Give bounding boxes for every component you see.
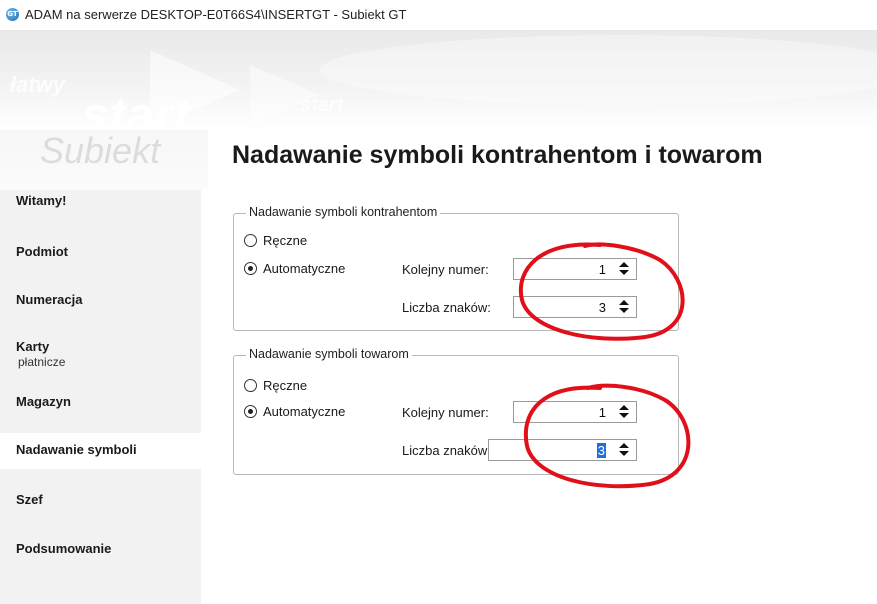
- manual-radio-option[interactable]: Ręczne: [244, 233, 307, 248]
- spin-up-arrow-icon[interactable]: [614, 441, 634, 450]
- spin-up-arrow-icon[interactable]: [614, 260, 634, 269]
- subiekt-app-icon: GT: [6, 8, 19, 21]
- sidebar-item-podmiot[interactable]: Podmiot: [0, 244, 201, 268]
- spinner-buttons: [614, 441, 634, 459]
- sidebar-item-karty-platnicze[interactable]: Karty płatnicze: [0, 340, 201, 380]
- manual-radio-option[interactable]: Ręczne: [244, 378, 307, 393]
- radio-button-checked-icon[interactable]: [244, 262, 257, 275]
- next-number-label: Kolejny numer:: [402, 262, 489, 277]
- next-number-spinner[interactable]: 1: [513, 401, 637, 423]
- manual-radio-label: Ręczne: [263, 233, 308, 248]
- sidebar-item-szef[interactable]: Szef: [0, 492, 201, 516]
- radio-button-icon[interactable]: [244, 234, 257, 247]
- automatic-radio-label: Automatyczne: [263, 261, 346, 276]
- contractor-symbols-group: Nadawanie symboli kontrahentom Ręczne Au…: [233, 205, 679, 331]
- spinner-buttons: [614, 403, 634, 421]
- spin-down-arrow-icon[interactable]: [614, 307, 634, 316]
- spinner-buttons: [614, 298, 634, 316]
- spin-down-arrow-icon[interactable]: [614, 450, 634, 459]
- next-number-label: Kolejny numer:: [402, 405, 489, 420]
- sidebar-item-witamy[interactable]: Witamy!: [0, 193, 201, 217]
- banner-word-latwy: łatwy: [10, 72, 66, 97]
- next-number-spinner[interactable]: 1: [513, 258, 637, 280]
- title-bar: GT ADAM na serwerze DESKTOP-E0T66S4\INSE…: [0, 0, 877, 30]
- sidebar-item-label: Magazyn: [16, 394, 71, 409]
- sidebar-item-label: Witamy!: [16, 193, 67, 208]
- sidebar-item-label: Numeracja: [16, 292, 83, 307]
- automatic-radio-option[interactable]: Automatyczne: [244, 404, 345, 419]
- char-count-spinner[interactable]: 3: [488, 439, 637, 461]
- wizard-sidebar: Witamy! Podmiot Numeracja Karty płatnicz…: [0, 190, 201, 604]
- sidebar-item-podsumowanie[interactable]: Podsumowanie: [0, 541, 201, 565]
- sidebar-item-magazyn[interactable]: Magazyn: [0, 394, 201, 418]
- spin-down-arrow-icon[interactable]: [614, 269, 634, 278]
- sidebar-item-numeracja[interactable]: Numeracja: [0, 292, 201, 316]
- manual-radio-label: Ręczne: [263, 378, 308, 393]
- char-count-value-selected[interactable]: 3: [596, 443, 606, 458]
- spinner-buttons: [614, 260, 634, 278]
- automatic-radio-label: Automatyczne: [263, 404, 346, 419]
- spin-up-arrow-icon[interactable]: [614, 403, 634, 412]
- group-title: Nadawanie symboli kontrahentom: [246, 205, 441, 219]
- char-count-spinner[interactable]: 3: [513, 296, 637, 318]
- automatic-radio-option[interactable]: Automatyczne: [244, 261, 345, 276]
- subiekt-logo-text: Subiekt: [40, 130, 161, 171]
- radio-button-checked-icon[interactable]: [244, 405, 257, 418]
- next-number-value[interactable]: 1: [599, 405, 606, 420]
- sidebar-item-label: Podmiot: [16, 244, 68, 259]
- group-title: Nadawanie symboli towarom: [246, 347, 412, 361]
- sidebar-item-label: Karty: [16, 339, 50, 354]
- window-title: ADAM na serwerze DESKTOP-E0T66S4\INSERTG…: [25, 7, 407, 22]
- char-count-label: Liczba znaków:: [402, 300, 491, 315]
- page-title: Nadawanie symboli kontrahentom i towarom: [232, 141, 763, 169]
- sidebar-item-label: Podsumowanie: [16, 541, 112, 556]
- radio-button-icon[interactable]: [244, 379, 257, 392]
- sidebar-item-label: Nadawanie symboli: [16, 442, 137, 457]
- spin-up-arrow-icon[interactable]: [614, 298, 634, 307]
- char-count-label: Liczba znaków:: [402, 443, 491, 458]
- spin-down-arrow-icon[interactable]: [614, 412, 634, 421]
- banner-swoosh: [320, 35, 877, 105]
- next-number-value[interactable]: 1: [599, 262, 606, 277]
- product-symbols-group: Nadawanie symboli towarom Ręczne Automat…: [233, 347, 679, 475]
- banner-word-start: start: [82, 89, 192, 130]
- sidebar-item-nadawanie-symboli[interactable]: Nadawanie symboli: [0, 433, 201, 469]
- char-count-value[interactable]: 3: [599, 300, 606, 315]
- banner-word-start-faded: start: [300, 94, 344, 116]
- sidebar-item-label: Szef: [16, 492, 43, 507]
- sidebar-item-sublabel: płatnicze: [18, 355, 66, 369]
- header-banner: łatwy start start: [0, 30, 877, 130]
